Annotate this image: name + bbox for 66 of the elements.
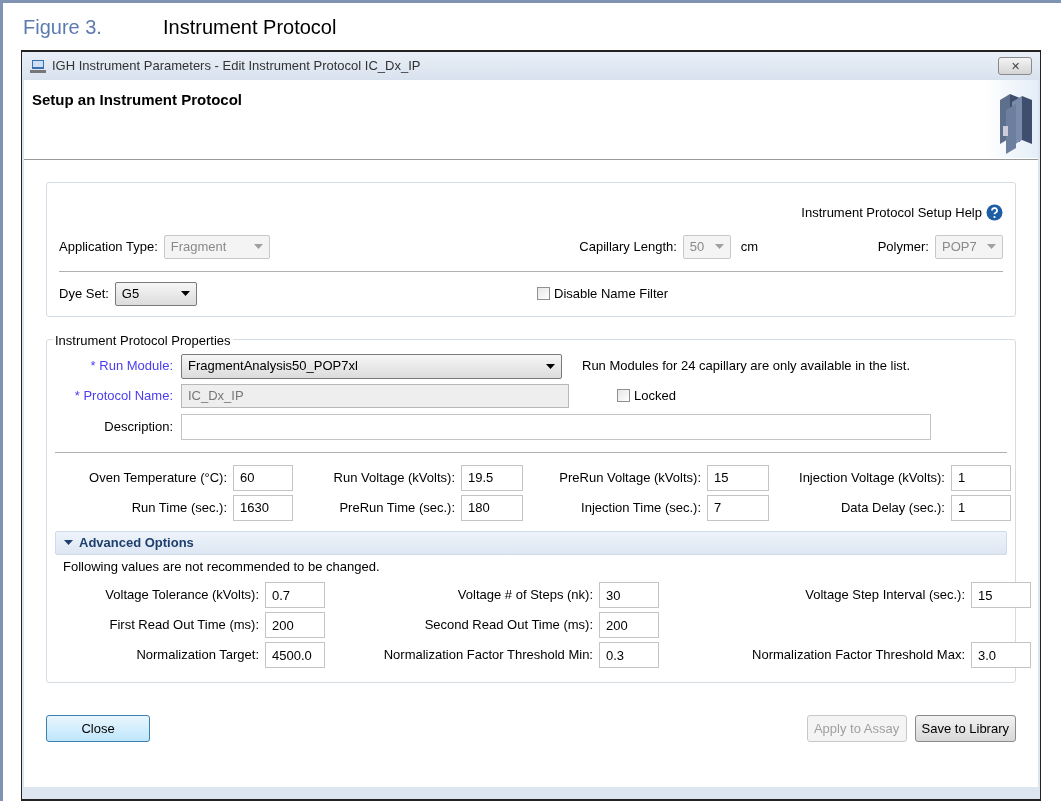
- input-field[interactable]: 180: [461, 494, 523, 521]
- header-title: Setup an Instrument Protocol: [31, 90, 242, 110]
- field-label: Injection Time (sec.):: [580, 498, 701, 517]
- field-label: * Run Module:: [89, 357, 173, 376]
- field-label: Data Delay (sec.):: [839, 498, 945, 517]
- input-field[interactable]: 7: [707, 494, 769, 521]
- input-field[interactable]: [181, 413, 931, 440]
- field-label: Second Read Out Time (ms):: [423, 616, 593, 635]
- input-field[interactable]: 19.5: [461, 464, 523, 491]
- caret-icon: [180, 291, 190, 296]
- checkbox-label: Disable Name Filter: [554, 284, 669, 303]
- field-label: Capillary Length:: [579, 237, 677, 256]
- field-label: Description:: [103, 417, 173, 436]
- input-field[interactable]: 15: [707, 464, 769, 491]
- input-field[interactable]: 30: [599, 582, 659, 608]
- input-field[interactable]: 1: [951, 494, 1011, 521]
- input-field[interactable]: 0.7: [265, 582, 325, 608]
- checkbox[interactable]: [617, 389, 630, 402]
- input-field[interactable]: 200: [265, 612, 325, 638]
- caret-icon: [714, 244, 724, 249]
- input-field[interactable]: 1630: [233, 494, 293, 521]
- field-label: Normalization Factor Threshold Max:: [751, 646, 965, 665]
- input-field[interactable]: 200: [599, 612, 659, 638]
- help-link[interactable]: Instrument Protocol Setup Help: [801, 203, 982, 223]
- field-label: Normalization Target:: [135, 646, 259, 665]
- dialog-button[interactable]: Save to Library: [914, 715, 1016, 742]
- field-label: Polymer:: [877, 237, 929, 256]
- field-label: Dye Set:: [59, 284, 109, 303]
- caret-icon: [64, 538, 73, 547]
- field-label: Voltage Tolerance (kVolts):: [104, 586, 259, 605]
- app-icon: [30, 58, 46, 74]
- figure-title: Instrument Protocol: [163, 14, 337, 40]
- field-label: Voltage # of Steps (nk):: [456, 586, 593, 605]
- caret-icon: [987, 244, 996, 249]
- input-field[interactable]: 0.3: [599, 642, 659, 668]
- field-label: Injection Voltage (kVolts):: [798, 468, 945, 487]
- checkbox-label: Locked: [634, 386, 676, 405]
- info-text: Run Modules for 24 capillary are only available in the list.: [582, 357, 911, 376]
- caret-icon: [253, 244, 263, 249]
- dialog-button[interactable]: Close: [46, 715, 150, 742]
- advanced-options-header[interactable]: Advanced Options: [55, 530, 1007, 555]
- field-label: * Protocol Name:: [73, 386, 173, 405]
- dropdown[interactable]: G5: [114, 281, 197, 306]
- field-label: First Read Out Time (ms):: [108, 616, 259, 635]
- caret-icon: [546, 363, 555, 369]
- field-label: Normalization Factor Threshold Min:: [382, 646, 593, 665]
- figure-number: Figure 3.: [23, 14, 103, 40]
- field-label: Run Time (sec.):: [130, 498, 227, 517]
- warning-text: Following values are not recommended to be changed.: [63, 557, 381, 576]
- input-field[interactable]: 1: [951, 464, 1011, 491]
- checkbox[interactable]: [537, 287, 550, 300]
- unit-label: cm: [740, 237, 759, 256]
- field-label: PreRun Time (sec.):: [338, 498, 455, 517]
- input-field[interactable]: 60: [233, 464, 293, 491]
- field-label: Oven Temperature (°C):: [88, 468, 227, 487]
- dropdown[interactable]: FragmentAnalysis50_POP7xl: [181, 353, 562, 379]
- field-label: Voltage Step Interval (sec.):: [804, 586, 965, 605]
- close-button[interactable]: ✕: [998, 57, 1032, 75]
- window-title: IGH Instrument Parameters - Edit Instrument Protocol IC_Dx_IP: [52, 57, 422, 76]
- help-icon[interactable]: [986, 204, 1003, 222]
- input-field[interactable]: 3.0: [971, 642, 1031, 668]
- field-label: Run Voltage (kVolts):: [332, 468, 455, 487]
- input-field[interactable]: 15: [971, 582, 1031, 608]
- input-field[interactable]: 4500.0: [265, 642, 325, 668]
- field-label: Application Type:: [59, 237, 158, 256]
- field-label: PreRun Voltage (kVolts):: [558, 468, 701, 487]
